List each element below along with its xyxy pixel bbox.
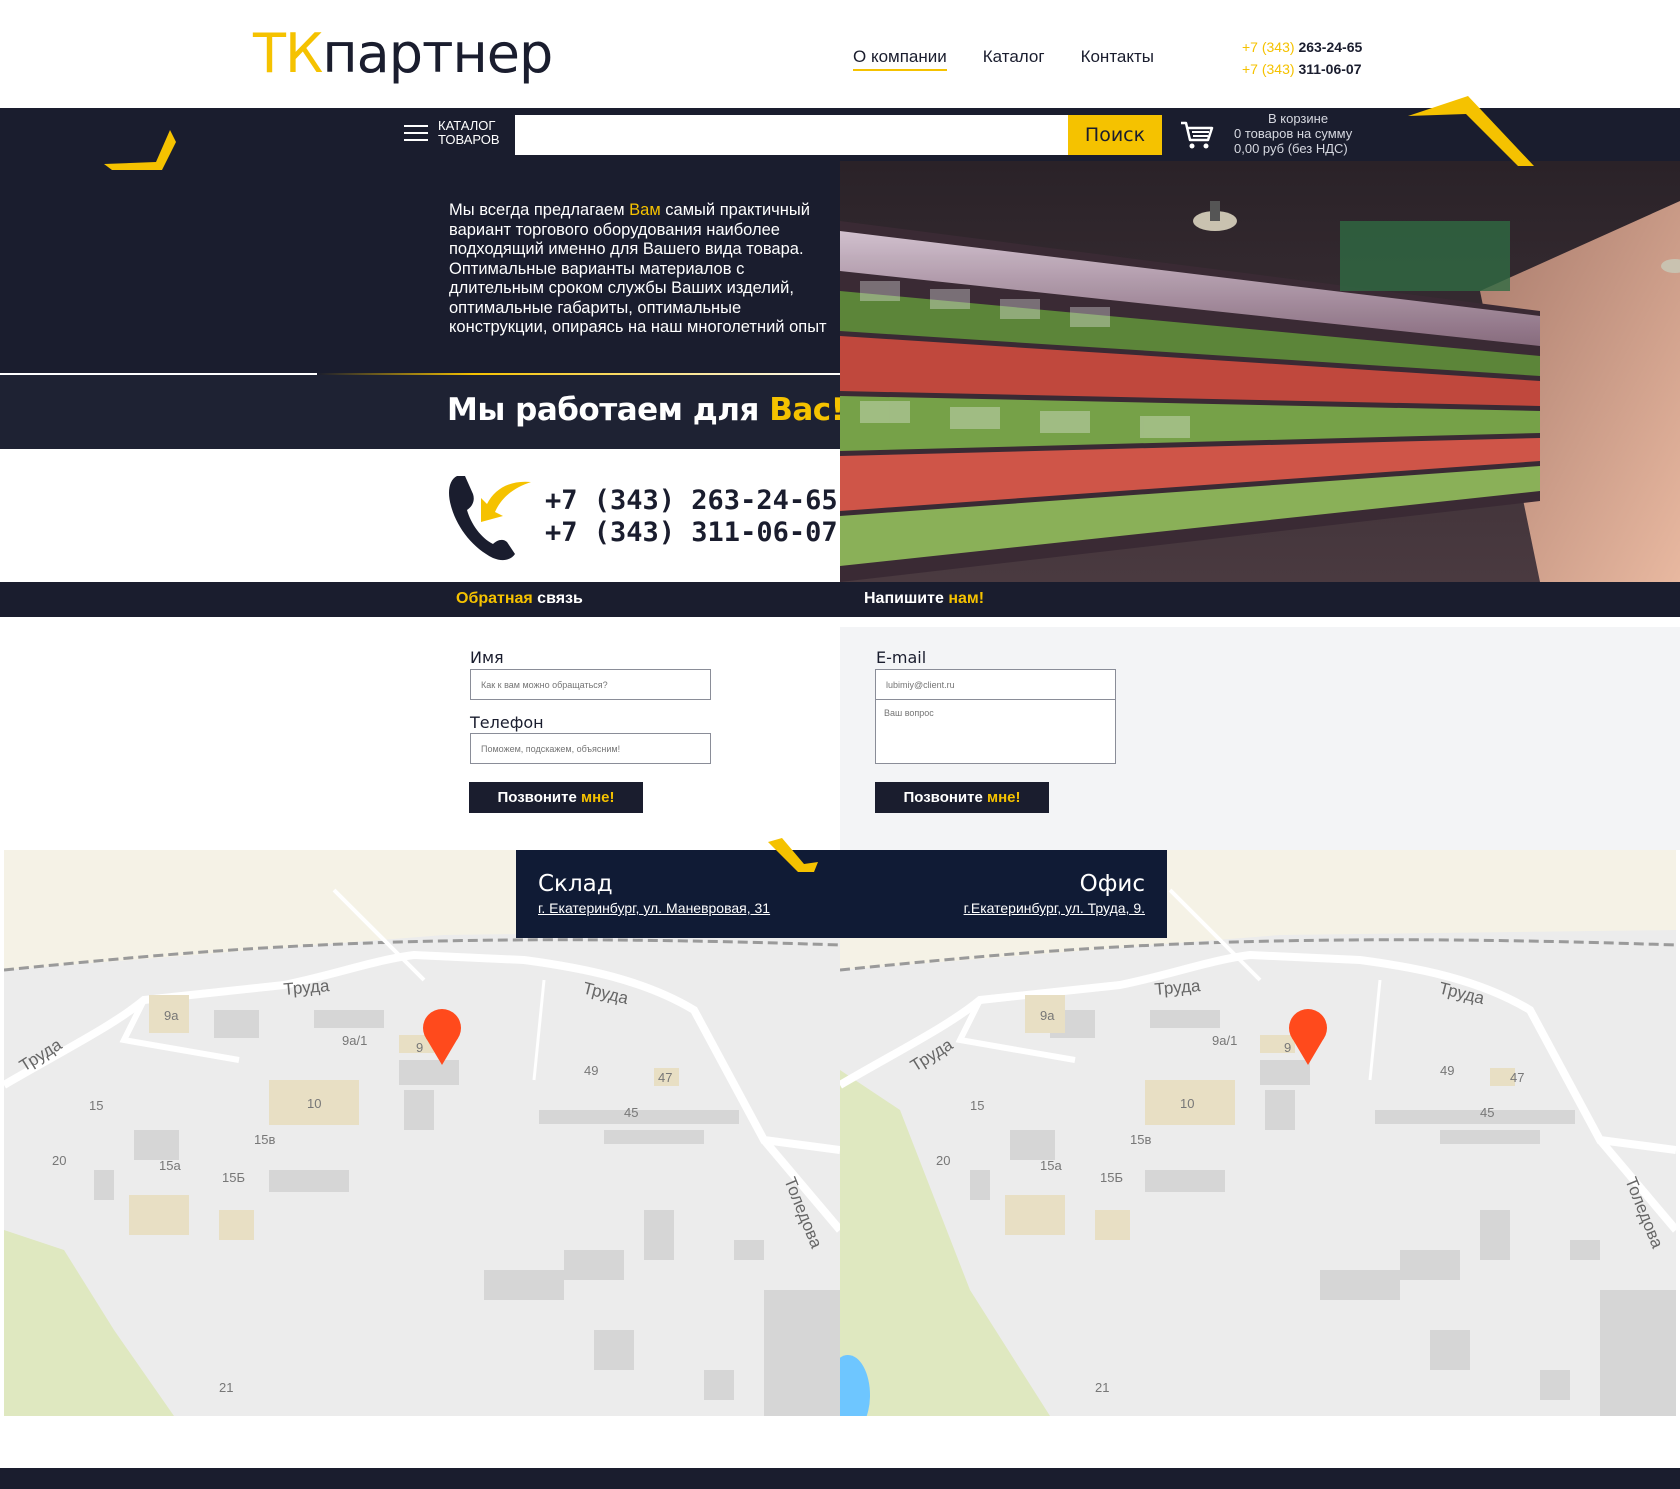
house-20: 20 xyxy=(52,1153,66,1168)
house-10: 10 xyxy=(1180,1096,1194,1111)
header-phone-2[interactable]: +7 (343) 311-06-07 xyxy=(1242,58,1362,80)
write-us-title: Напишите нам! xyxy=(864,590,985,607)
house-49: 49 xyxy=(1440,1063,1454,1078)
house-15a: 15а xyxy=(159,1158,181,1173)
header-phones: +7 (343) 263-24-65 +7 (343) 311-06-07 xyxy=(1242,36,1362,80)
house-47: 47 xyxy=(658,1070,672,1085)
hero-phone-2[interactable]: +7 (343) 311-06-07 xyxy=(545,517,838,549)
hero-description: Мы всегда предлагаем Вам самый практичны… xyxy=(449,201,827,336)
warehouse-title: Склад xyxy=(538,871,613,897)
nav-about[interactable]: О компании xyxy=(853,47,947,71)
house-9a1: 9а/1 xyxy=(1212,1033,1237,1048)
logo-tk: ТК xyxy=(253,22,323,85)
house-15b: 15Б xyxy=(1100,1170,1123,1185)
catalog-menu-label: КАТАЛОГ ТОВАРОВ xyxy=(438,118,500,147)
footer-bar xyxy=(0,1468,1680,1489)
house-9: 9 xyxy=(1284,1040,1291,1055)
house-15v: 15в xyxy=(254,1132,275,1147)
warehouse-address[interactable]: г. Екатеринбург, ул. Маневровая, 31 xyxy=(538,900,818,916)
office-address[interactable]: г.Екатеринбург, ул. Труда, 9. xyxy=(862,900,1145,916)
house-15: 15 xyxy=(970,1098,984,1113)
house-15a: 15а xyxy=(1040,1158,1062,1173)
hero-phone-1[interactable]: +7 (343) 263-24-65 xyxy=(545,485,838,517)
house-45: 45 xyxy=(1480,1105,1494,1120)
house-15b: 15Б xyxy=(222,1170,245,1185)
house-9a: 9а xyxy=(164,1008,179,1023)
header-phone-1[interactable]: +7 (343) 263-24-65 xyxy=(1242,36,1362,58)
name-label: Имя xyxy=(470,648,504,667)
supermarket-photo xyxy=(840,161,1680,582)
house-20: 20 xyxy=(936,1153,950,1168)
house-47: 47 xyxy=(1510,1070,1524,1085)
email-field[interactable] xyxy=(875,669,1116,700)
house-15v: 15в xyxy=(1130,1132,1151,1147)
phone-handset-icon xyxy=(449,476,531,561)
call-me-button-right[interactable]: Позвоните мне! xyxy=(875,782,1049,813)
nav-catalog[interactable]: Каталог xyxy=(983,47,1045,71)
office-title: Офис xyxy=(1079,871,1145,897)
office-label: Офис г.Екатеринбург, ул. Труда, 9. xyxy=(840,850,1167,938)
hero-phones: +7 (343) 263-24-65 +7 (343) 311-06-07 xyxy=(545,485,838,549)
question-field[interactable] xyxy=(875,699,1116,764)
top-nav: О компании Каталог Контакты xyxy=(853,47,1154,71)
catalog-menu-button[interactable]: КАТАЛОГ ТОВАРОВ xyxy=(404,119,500,147)
house-45: 45 xyxy=(624,1105,638,1120)
house-15: 15 xyxy=(89,1098,103,1113)
house-10: 10 xyxy=(307,1096,321,1111)
ribbon-decoration-left xyxy=(104,130,176,170)
site-header: ТКпартнер О компании Каталог Контакты +7… xyxy=(0,0,1680,108)
phone-field[interactable] xyxy=(470,733,711,764)
house-49: 49 xyxy=(584,1063,598,1078)
cart-icon[interactable] xyxy=(1180,120,1214,150)
name-field[interactable] xyxy=(470,669,711,700)
email-label: E-mail xyxy=(876,648,927,667)
search-input[interactable] xyxy=(515,115,1068,155)
logo-rest: партнер xyxy=(322,22,553,85)
hero-slogan: Мы работаем для Вас! xyxy=(447,392,845,428)
house-9a: 9а xyxy=(1040,1008,1055,1023)
phone-label: Телефон xyxy=(470,713,544,732)
cart-summary[interactable]: В корзине 0 товаров на сумму 0,00 руб (б… xyxy=(1234,111,1352,156)
house-21: 21 xyxy=(219,1380,233,1395)
street-truda-1: Труда xyxy=(1154,976,1202,999)
nav-contacts[interactable]: Контакты xyxy=(1081,47,1154,71)
page: ТКпартнер О компании Каталог Контакты +7… xyxy=(0,0,1680,1489)
menu-icon xyxy=(404,125,428,141)
logo[interactable]: ТКпартнер xyxy=(253,22,553,85)
house-9a1: 9а/1 xyxy=(342,1033,367,1048)
street-truda-1: Труда xyxy=(283,976,331,999)
ribbon-decoration-map xyxy=(768,838,818,872)
call-me-button-left[interactable]: Позвоните мне! xyxy=(469,782,643,813)
search-button[interactable]: Поиск xyxy=(1068,115,1162,155)
feedback-title: Обратная связь xyxy=(456,590,583,607)
house-9: 9 xyxy=(416,1040,423,1055)
house-21: 21 xyxy=(1095,1380,1109,1395)
feedback-bar: Обратная связь Напишите нам! xyxy=(0,582,1680,617)
ribbon-decoration-right xyxy=(1408,96,1534,166)
